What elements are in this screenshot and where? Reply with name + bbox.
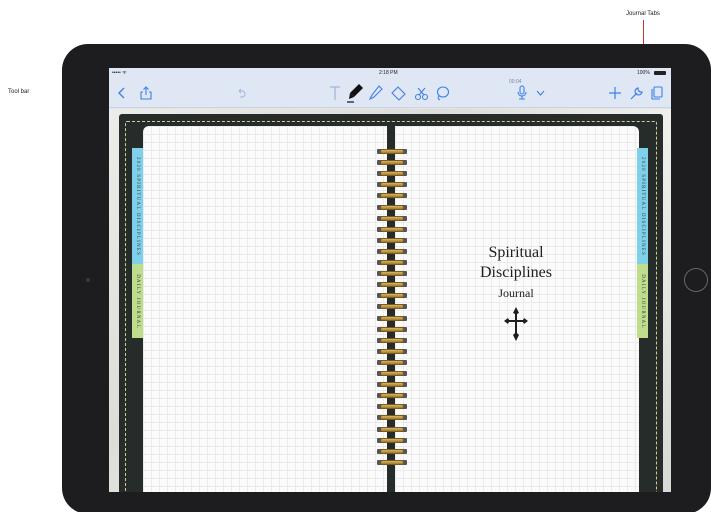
spiral-ring [377,381,407,388]
left-tab-spiritual-disciplines[interactable]: 2020 SPIRITUAL DISCIPLINES [132,148,143,264]
spiral-ring [377,148,407,155]
toolbar: 00:04 [109,78,671,108]
pages-button[interactable] [649,83,665,103]
pen-icon [369,85,383,101]
right-tab-spiritual-disciplines-label: 2020 SPIRITUAL DISCIPLINES [640,156,646,256]
home-button[interactable] [684,268,708,292]
pages-icon [651,86,663,100]
add-page-button[interactable] [607,83,623,103]
signal-indicator: ••••• ᯤ [112,70,127,76]
battery-icon [654,71,666,75]
app-screen: ••••• ᯤ 2:18 PM 100% 00:04 2020 SPIRITUA… [109,68,671,492]
pen-tool-button[interactable] [367,83,385,103]
spiral-ring [377,337,407,344]
audio-menu-button[interactable] [533,83,547,103]
spiral-ring [377,270,407,277]
spiral-ring [377,370,407,377]
left-tab-daily-journal-label: DAILY JOURNAL [135,273,140,329]
spiral-ring [377,392,407,399]
spiral-ring [377,459,407,466]
lasso-icon [436,86,449,101]
spiral-ring [377,348,407,355]
highlighter-icon [390,85,406,101]
spiral-ring [377,281,407,288]
spiral-ring [377,159,407,166]
eraser-icon [414,87,428,100]
front-camera [86,278,90,282]
undo-button[interactable] [233,83,249,103]
cover-title-line-2: Disciplines [480,264,552,281]
spiral-ring [377,215,407,222]
spiral-ring [377,204,407,211]
highlighter-tool-button[interactable] [389,83,407,103]
left-tab-daily-journal[interactable]: DAILY JOURNAL [132,264,143,338]
cross-icon [504,307,528,341]
battery-percent: 100% [637,70,650,76]
spiral-ring [377,192,407,199]
text-tool-button[interactable] [327,83,343,103]
cover-subtitle: Journal [498,286,534,300]
chevron-down-icon [536,90,544,96]
right-tab-spiritual-disciplines[interactable]: 2020 SPIRITUAL DISCIPLINES [637,148,648,264]
marker-icon [347,84,363,103]
right-tab-daily-journal-label: DAILY JOURNAL [640,273,645,329]
spiral-ring [377,437,407,444]
text-icon [330,86,340,100]
right-tab-daily-journal[interactable]: DAILY JOURNAL [637,264,648,338]
spiral-ring [377,292,407,299]
cover-title-line-1: Spiritual [488,244,544,261]
spiral-ring [377,181,407,188]
microphone-icon [517,85,527,100]
wrench-icon [630,86,643,99]
spiral-ring [377,414,407,421]
spiral-ring [377,403,407,410]
journal-tabs-callout-label: Journal Tabs [626,11,660,17]
microphone-button[interactable] [513,83,531,103]
undo-icon [238,88,246,98]
left-page[interactable] [143,126,387,492]
status-bar: ••••• ᯤ 2:18 PM 100% [109,68,671,78]
spiral-ring [377,315,407,322]
plus-icon [609,87,621,99]
spiral-ring [377,226,407,233]
marker-tool-button[interactable] [345,83,365,103]
spiral-ring [377,326,407,333]
eraser-tool-button[interactable] [412,83,430,103]
back-icon [118,87,125,99]
lasso-tool-button[interactable] [433,83,451,103]
settings-button[interactable] [627,83,645,103]
spiral-ring [377,248,407,255]
back-button[interactable] [115,83,129,103]
left-tab-spiritual-disciplines-label: 2020 SPIRITUAL DISCIPLINES [135,156,141,256]
spiral-ring [377,426,407,433]
share-icon [140,86,152,100]
spiral-ring [377,359,407,366]
status-time: 2:18 PM [379,70,398,76]
spiral-ring [377,259,407,266]
spiral-ring [377,448,407,455]
spiral-ring [377,303,407,310]
toolbar-callout-label: Tool bar [8,89,30,95]
share-button[interactable] [137,83,155,103]
spiral-ring [377,237,407,244]
spiral-ring [377,170,407,177]
